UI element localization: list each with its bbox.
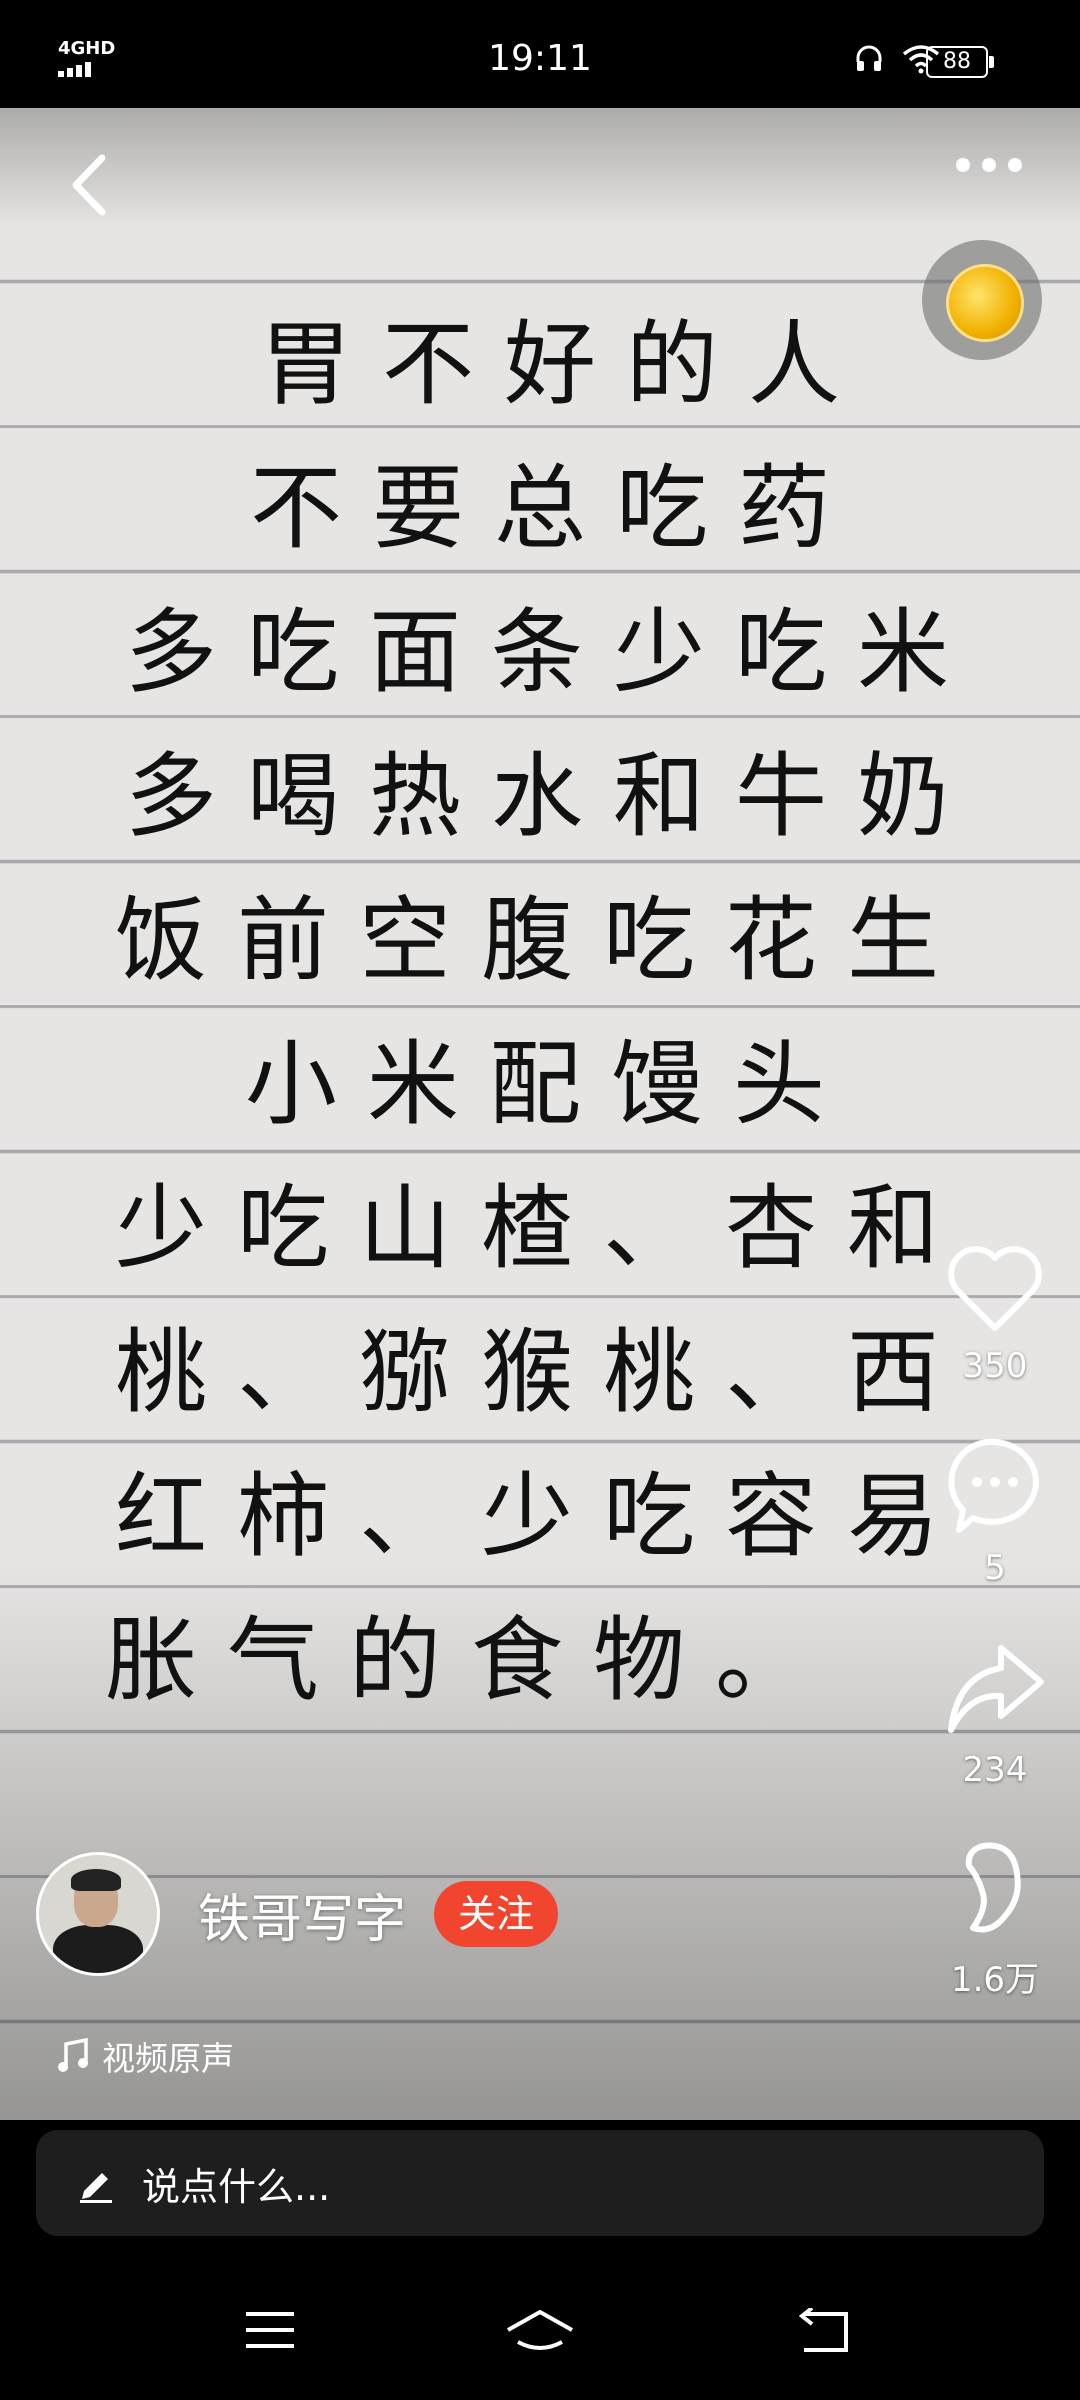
poem-line: 胀气的食物。 [105, 1607, 838, 1714]
avatar[interactable] [36, 1852, 160, 1976]
favorite-button[interactable]: 1.6万 [940, 1838, 1050, 2001]
comment-input[interactable]: 说点什么... [36, 2130, 1044, 2236]
dot-icon [956, 158, 970, 172]
battery-indicator: 88 [926, 46, 994, 78]
heart-icon [948, 1246, 1042, 1331]
system-nav-bar [0, 2260, 1080, 2400]
coin-icon [946, 264, 1024, 342]
dot-icon [982, 158, 996, 172]
sound-info[interactable]: 视频原声 [56, 2032, 234, 2080]
home-icon [507, 2310, 573, 2350]
dot-icon [1008, 158, 1022, 172]
menu-nav-button[interactable] [244, 2308, 296, 2356]
author-info: 铁哥写字 关注 [36, 1852, 559, 1976]
poem-line: 少吃山楂、杏和 [115, 1175, 970, 1282]
headphones-icon [856, 45, 882, 71]
author-name[interactable]: 铁哥写字 [198, 1877, 406, 1952]
share-button[interactable]: 234 [940, 1636, 1050, 1790]
coin-reward-button[interactable] [922, 240, 1042, 360]
poem-line: 不要总吃药 [250, 455, 861, 562]
comment-placeholder: 说点什么... [142, 2164, 331, 2209]
back-button[interactable] [62, 150, 122, 220]
poem-line: 红柿、少吃容易 [115, 1463, 970, 1570]
handwritten-poem: 胃不好的人 不要总吃药 多吃面条少吃米 多喝热水和牛奶 饭前空腹吃花生 小米配馒… [95, 293, 975, 1733]
video-player[interactable]: 胃不好的人 不要总吃药 多吃面条少吃米 多喝热水和牛奶 饭前空腹吃花生 小米配馒… [0, 108, 1080, 2120]
share-count: 234 [962, 1750, 1028, 1790]
favorite-count: 1.6万 [950, 1960, 1040, 2000]
back-nav-button[interactable] [796, 2306, 852, 2358]
poem-line: 多喝热水和牛奶 [125, 743, 980, 850]
action-column: 350 5 234 1.6万 [940, 1240, 1050, 2049]
back-arrow-icon [72, 154, 106, 216]
poem-line: 胃不好的人 [260, 311, 871, 418]
music-note-icon [58, 2038, 88, 2072]
comment-count: 5 [984, 1548, 1006, 1588]
poem-line: 多吃面条少吃米 [125, 599, 980, 706]
comment-button[interactable]: 5 [940, 1434, 1050, 1588]
pencil-icon [80, 2173, 112, 2203]
poem-line: 桃、猕猴桃、西 [115, 1319, 970, 1426]
share-arrow-icon [948, 1645, 1044, 1733]
poem-line: 饭前空腹吃花生 [115, 887, 970, 994]
like-count: 350 [962, 1346, 1028, 1386]
menu-icon [246, 2312, 294, 2348]
follow-button[interactable]: 关注 [434, 1881, 559, 1947]
comment-bubble-icon [948, 1438, 1039, 1533]
poem-line: 小米配馒头 [245, 1031, 856, 1138]
more-options-button[interactable] [956, 158, 1022, 172]
status-bar: 4GHD 19:11 88 [0, 0, 1080, 108]
like-button[interactable]: 350 [940, 1240, 1050, 1386]
return-icon [798, 2306, 848, 2352]
sound-label: 视频原声 [102, 2039, 234, 2078]
home-nav-button[interactable] [504, 2308, 576, 2358]
bean-icon [965, 1842, 1021, 1933]
